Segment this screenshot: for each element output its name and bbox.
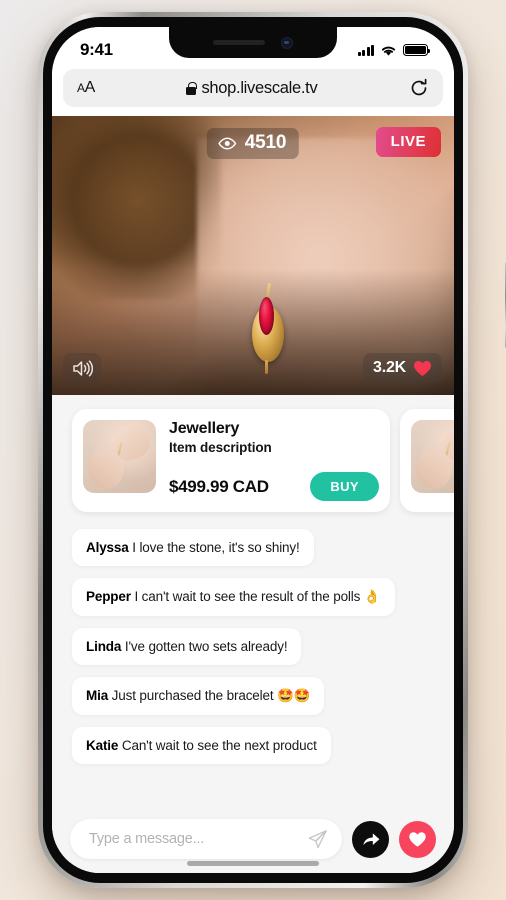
message-input[interactable] xyxy=(89,831,307,847)
chat-message: Mia Just purchased the bracelet 🤩🤩 xyxy=(72,677,325,716)
product-description: Item description xyxy=(169,440,272,456)
phone-bezel: 9:41 AAAA xyxy=(43,17,463,883)
text-size-button[interactable]: AAAA xyxy=(77,79,95,97)
content-area: Jewellery Item description $499.99 CAD B… xyxy=(52,395,454,873)
wifi-icon xyxy=(381,46,396,56)
chat-message: Katie Can't wait to see the next product xyxy=(72,727,331,765)
status-time: 9:41 xyxy=(80,40,113,59)
chat-username: Alyssa xyxy=(86,540,129,556)
product-price: $499.99 CAD xyxy=(169,476,269,496)
buy-button[interactable]: BUY xyxy=(310,472,379,502)
notch xyxy=(169,27,337,58)
front-camera-icon xyxy=(281,36,293,49)
chat-text: I can't wait to see the result of the po… xyxy=(130,589,381,605)
lock-icon xyxy=(186,81,197,95)
product-card[interactable]: Jewellery Item description $499.99 CAD B… xyxy=(400,409,454,513)
heart-icon xyxy=(414,360,431,376)
send-paper-plane-icon[interactable] xyxy=(307,829,328,850)
product-thumbnail xyxy=(411,420,454,493)
product-carousel[interactable]: Jewellery Item description $499.99 CAD B… xyxy=(52,395,454,513)
phone-frame: 9:41 AAAA xyxy=(38,12,506,888)
viewer-count: 4510 xyxy=(244,132,287,153)
phone-screen: 9:41 AAAA xyxy=(52,27,454,873)
product-thumbnail xyxy=(83,420,156,493)
product-title: Jewellery xyxy=(169,420,240,437)
url-text: shop.livescale.tv xyxy=(201,78,318,97)
speaker-on-icon xyxy=(73,359,93,377)
viewer-count-badge: 4510 xyxy=(206,128,300,159)
chat-text: I love the stone, it's so shiny! xyxy=(128,540,300,556)
share-button[interactable] xyxy=(352,820,389,858)
likes-count: 3.2K xyxy=(373,359,406,376)
volume-toggle-button[interactable] xyxy=(63,353,101,383)
message-composer xyxy=(52,819,454,859)
heart-icon xyxy=(409,831,426,847)
message-input-wrap[interactable] xyxy=(70,819,342,859)
live-badge: LIVE xyxy=(375,127,441,157)
url-display[interactable]: shop.livescale.tv xyxy=(95,79,409,98)
chat-text: Can't wait to see the next product xyxy=(118,738,317,754)
chat-username: Katie xyxy=(86,738,119,754)
ruby-earring-detail xyxy=(250,282,286,388)
product-info: Jewellery Item description $499.99 CAD B… xyxy=(169,420,379,502)
live-video-player[interactable]: 4510 LIVE 3.2K xyxy=(52,116,454,395)
chat-text: Just purchased the bracelet 🤩🤩 xyxy=(108,688,311,704)
share-arrow-icon xyxy=(362,833,379,846)
battery-full-icon xyxy=(403,44,431,56)
product-price-row: $499.99 CAD BUY xyxy=(169,472,379,502)
chat-username: Pepper xyxy=(86,589,131,605)
browser-bar: AAAA shop.livescale.tv xyxy=(52,69,454,116)
likes-badge[interactable]: 3.2K xyxy=(363,353,442,383)
chat-message: Linda I've gotten two sets already! xyxy=(72,628,302,666)
chat-username: Mia xyxy=(86,688,109,704)
status-icons xyxy=(357,44,431,57)
reload-icon[interactable] xyxy=(409,78,429,98)
chat-message: Pepper I can't wait to see the result of… xyxy=(72,578,395,617)
home-indicator xyxy=(187,861,319,866)
chat-message-list: Alyssa I love the stone, it's so shiny! … xyxy=(52,512,454,765)
eye-icon xyxy=(218,137,237,149)
url-bar[interactable]: AAAA shop.livescale.tv xyxy=(63,69,443,107)
chat-text: I've gotten two sets already! xyxy=(121,639,288,655)
speaker-grille-icon xyxy=(213,40,265,45)
like-button[interactable] xyxy=(399,820,436,858)
cellular-signal-icon xyxy=(357,44,374,56)
chat-username: Linda xyxy=(86,639,122,655)
chat-message: Alyssa I love the stone, it's so shiny! xyxy=(72,529,314,567)
product-card[interactable]: Jewellery Item description $499.99 CAD B… xyxy=(72,409,390,513)
